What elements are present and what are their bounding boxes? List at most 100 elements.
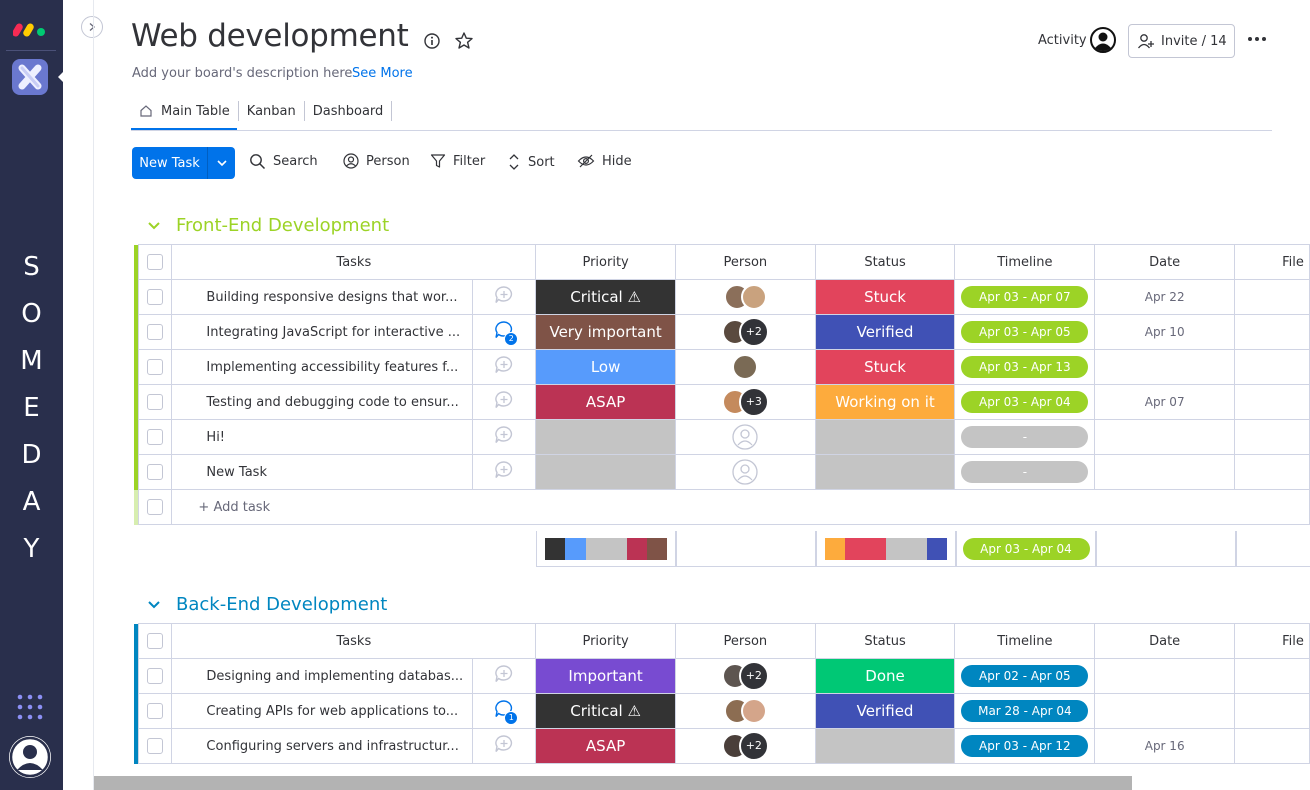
date-cell[interactable]: Apr 07 (1094, 384, 1235, 420)
timeline-cell[interactable]: Apr 03 - Apr 04 (954, 384, 1096, 420)
updates-cell[interactable] (472, 349, 537, 385)
sort-button[interactable]: Sort (507, 153, 555, 171)
updates-cell[interactable] (472, 384, 537, 420)
task-name[interactable]: Configuring servers and infrastructur... (171, 728, 473, 764)
workspace-icon[interactable] (12, 59, 48, 95)
files-cell[interactable] (1233, 454, 1310, 490)
column-header-timeline[interactable]: Timeline (954, 623, 1096, 659)
task-name[interactable]: New Task (171, 454, 473, 490)
add-task-row[interactable]: + Add task (134, 489, 1310, 525)
priority-cell[interactable]: ASAP (535, 384, 676, 420)
checkbox[interactable] (147, 289, 164, 305)
files-cell[interactable] (1233, 349, 1310, 385)
row-checkbox[interactable] (138, 419, 173, 455)
task-name[interactable]: Testing and debugging code to ensur... (171, 384, 473, 420)
group-header-back-end[interactable]: Back-End Development (146, 594, 387, 615)
checkbox[interactable] (147, 429, 164, 445)
hide-button[interactable]: Hide (577, 153, 632, 169)
column-header-files[interactable]: File (1233, 623, 1310, 659)
task-name[interactable]: Designing and implementing databas... (171, 658, 473, 694)
group-title[interactable]: Back-End Development (176, 594, 387, 615)
column-header-files[interactable]: File (1233, 244, 1310, 280)
task-name[interactable]: Hi! (171, 419, 473, 455)
files-cell[interactable] (1233, 314, 1310, 350)
invite-button[interactable]: Invite / 14 (1128, 24, 1235, 58)
timeline-summary[interactable]: Apr 03 - Apr 04 (956, 531, 1096, 567)
row-checkbox[interactable] (138, 658, 173, 694)
status-cell[interactable]: Done (814, 658, 956, 694)
timeline-cell[interactable]: Mar 28 - Apr 04 (954, 693, 1096, 729)
status-cell[interactable]: Stuck (814, 279, 956, 315)
activity-avatar-icon[interactable] (1090, 27, 1116, 53)
checkbox[interactable] (147, 464, 164, 480)
priority-cell[interactable]: Critical ⚠ (535, 279, 676, 315)
new-task-button[interactable]: New Task (132, 147, 235, 179)
column-header-priority[interactable]: Priority (535, 244, 676, 280)
priority-summary[interactable] (536, 531, 676, 567)
select-all-checkbox[interactable] (138, 244, 173, 280)
checkbox[interactable] (147, 703, 164, 719)
row-checkbox[interactable] (138, 384, 173, 420)
new-task-dropdown[interactable] (208, 147, 235, 179)
tab-main-table[interactable]: Main Table (131, 101, 239, 121)
row-checkbox[interactable] (138, 728, 173, 764)
group-header-front-end[interactable]: Front-End Development (146, 215, 389, 236)
checkbox[interactable] (147, 668, 164, 684)
priority-cell[interactable]: Important (535, 658, 676, 694)
updates-cell[interactable] (472, 279, 537, 315)
task-name[interactable]: Creating APIs for web applications to... (171, 693, 473, 729)
priority-cell[interactable]: Very important (535, 314, 676, 350)
group-title[interactable]: Front-End Development (176, 215, 389, 236)
person-cell[interactable] (675, 279, 816, 315)
column-header-priority[interactable]: Priority (535, 623, 676, 659)
table-row[interactable]: Designing and implementing databas... Imp… (134, 658, 1310, 694)
column-header-person[interactable]: Person (675, 244, 816, 280)
date-cell[interactable] (1094, 658, 1235, 694)
person-cell[interactable] (675, 349, 816, 385)
table-row[interactable]: Hi! - (134, 419, 1310, 455)
priority-cell[interactable] (535, 419, 676, 455)
horizontal-scrollbar[interactable] (94, 776, 1132, 790)
star-icon[interactable] (454, 31, 474, 51)
row-checkbox[interactable] (138, 279, 173, 315)
updates-cell[interactable] (472, 658, 537, 694)
table-row[interactable]: New Task - (134, 454, 1310, 490)
monday-logo-icon[interactable] (13, 17, 47, 37)
files-cell[interactable] (1233, 384, 1310, 420)
info-icon[interactable] (423, 32, 441, 50)
search-button[interactable]: Search (249, 153, 318, 170)
status-summary[interactable] (816, 531, 956, 567)
updates-cell[interactable] (472, 454, 537, 490)
checkbox[interactable] (147, 359, 164, 375)
table-row[interactable]: Testing and debugging code to ensur... AS… (134, 384, 1310, 420)
activity-link[interactable]: Activity (1038, 33, 1087, 48)
user-avatar[interactable] (9, 736, 51, 778)
timeline-cell[interactable]: - (954, 454, 1096, 490)
task-name[interactable]: Implementing accessibility features f... (171, 349, 473, 385)
table-row[interactable]: Implementing accessibility features f...… (134, 349, 1310, 385)
person-filter-button[interactable]: Person (343, 153, 410, 169)
person-cell[interactable] (675, 454, 816, 490)
status-cell[interactable]: Verified (814, 693, 956, 729)
status-cell[interactable]: Working on it (814, 384, 956, 420)
row-checkbox[interactable] (138, 314, 173, 350)
date-cell[interactable] (1094, 454, 1235, 490)
column-header-date[interactable]: Date (1094, 244, 1235, 280)
date-cell[interactable]: Apr 22 (1094, 279, 1235, 315)
person-cell[interactable]: +2 (675, 314, 816, 350)
table-row[interactable]: Building responsive designs that wor... C… (134, 279, 1310, 315)
status-cell[interactable] (814, 454, 956, 490)
timeline-cell[interactable]: Apr 03 - Apr 12 (954, 728, 1096, 764)
date-cell[interactable]: Apr 10 (1094, 314, 1235, 350)
timeline-cell[interactable]: Apr 03 - Apr 13 (954, 349, 1096, 385)
collapse-sidebar-button[interactable] (81, 16, 103, 38)
filter-button[interactable]: Filter (430, 153, 485, 169)
new-task-label[interactable]: New Task (132, 147, 207, 179)
date-cell[interactable] (1094, 419, 1235, 455)
files-cell[interactable] (1233, 693, 1310, 729)
row-checkbox[interactable] (138, 349, 173, 385)
updates-cell[interactable] (472, 419, 537, 455)
select-all-checkbox[interactable] (138, 623, 173, 659)
apps-grid-icon[interactable] (17, 694, 43, 720)
table-row[interactable]: Creating APIs for web applications to...… (134, 693, 1310, 729)
